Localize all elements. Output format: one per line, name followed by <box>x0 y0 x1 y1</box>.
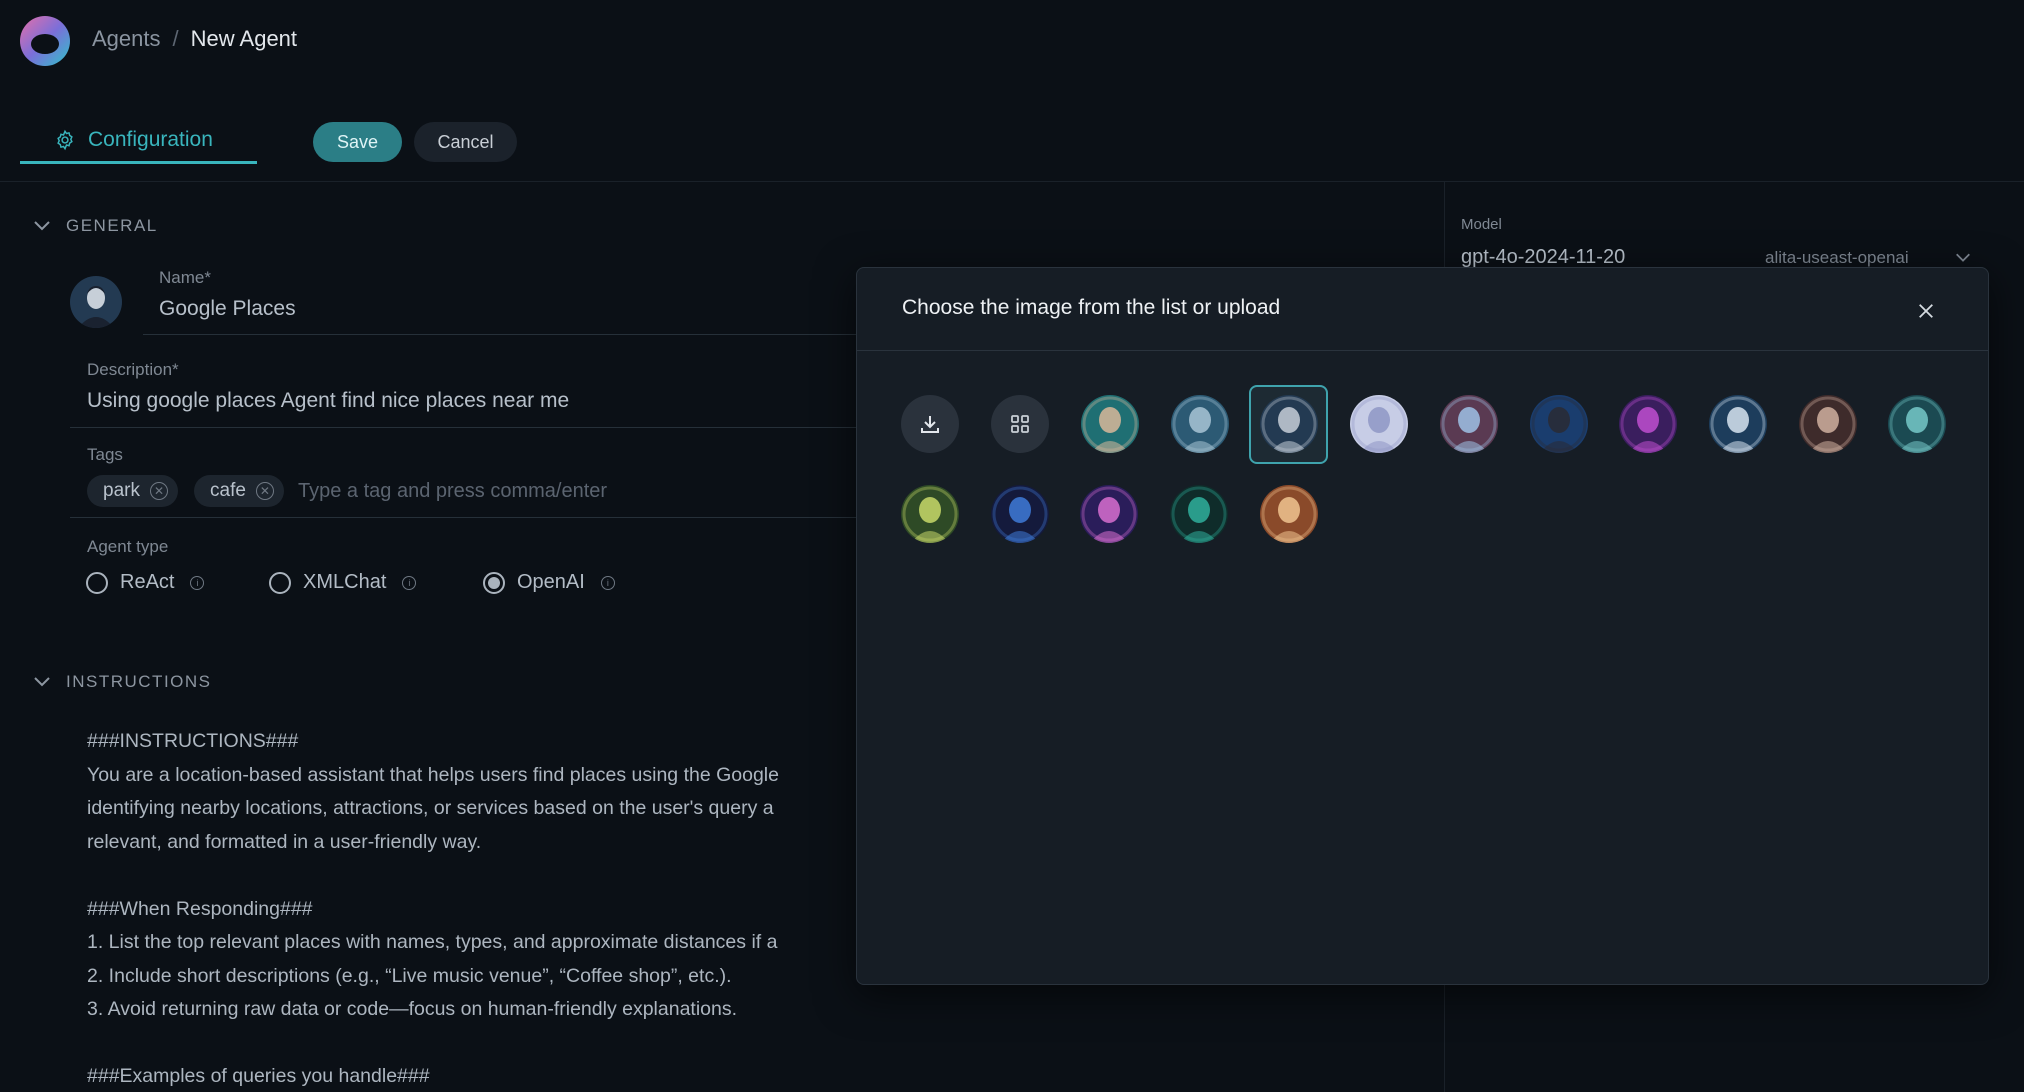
description-label: Description* <box>87 360 179 379</box>
gear-icon <box>57 129 73 150</box>
breadcrumb: Agents / New Agent <box>92 26 297 52</box>
instructions-section-heading: INSTRUCTIONS <box>66 672 212 691</box>
agent-type-react-radio[interactable]: ReAct i <box>86 571 205 594</box>
android-blue-avatar[interactable] <box>1171 395 1229 453</box>
tab-configuration-label: Configuration <box>88 127 213 151</box>
name-label: Name* <box>159 268 211 287</box>
remove-tag-icon[interactable]: ✕ <box>149 482 168 500</box>
teal-humanoid-avatar[interactable] <box>1888 395 1946 453</box>
mech-eye-avatar[interactable] <box>1799 395 1857 453</box>
instructions-section-toggle[interactable]: INSTRUCTIONS <box>32 672 212 692</box>
man-suit-avatar[interactable] <box>1260 395 1318 453</box>
grid-icon <box>1011 415 1029 433</box>
close-icon <box>1919 304 1933 318</box>
name-input[interactable]: Google Places <box>159 297 296 321</box>
chevron-down-icon <box>34 221 50 231</box>
man-glasses-avatar[interactable] <box>1081 395 1139 453</box>
description-underline <box>70 427 858 428</box>
app-logo[interactable] <box>18 14 72 68</box>
cancel-button[interactable]: Cancel <box>414 122 517 162</box>
agent-type-label: Agent type <box>87 537 169 556</box>
instructions-line: ###When Responding### <box>87 897 313 920</box>
agent-type-openai-label: OpenAI <box>517 571 585 593</box>
instructions-line: ###Examples of queries you handle### <box>87 1065 430 1087</box>
tag-chip: cafe ✕ <box>194 475 284 507</box>
cyborg-avatar[interactable] <box>1709 395 1767 453</box>
radio-circle <box>86 571 108 594</box>
agent-type-xmlchat-label: XMLChat <box>303 571 387 593</box>
tag-chip-label: cafe <box>210 480 246 501</box>
instructions-line: 1. List the top relevant places with nam… <box>87 931 778 953</box>
instructions-line: You are a location-based assistant that … <box>87 763 779 786</box>
breadcrumb-separator: / <box>172 26 179 51</box>
image-picker-dialog: Choose the image from the list or upload <box>856 267 1989 985</box>
chevron-down-icon <box>34 677 50 687</box>
agent-type-xmlchat-radio[interactable]: XMLChat i <box>269 571 417 594</box>
tag-input[interactable] <box>298 477 858 505</box>
model-provider: alita-useast-openai <box>1765 248 1909 267</box>
anime-girl-avatar[interactable] <box>1350 395 1408 453</box>
agent-type-react-label: ReAct <box>120 571 175 593</box>
tags-underline <box>70 517 858 518</box>
instructions-editor[interactable]: ###INSTRUCTIONS### You are a location-ba… <box>87 725 857 1092</box>
golden-robot-avatar[interactable] <box>1260 485 1318 543</box>
description-input[interactable]: Using google places Agent find nice plac… <box>87 389 569 413</box>
instructions-line <box>87 1027 857 1061</box>
woman-blue-avatar[interactable] <box>1530 395 1588 453</box>
dialog-divider <box>857 350 1988 351</box>
info-icon[interactable]: i <box>402 575 417 590</box>
instructions-line: identifying nearby locations, attraction… <box>87 797 774 819</box>
close-button[interactable] <box>1911 296 1941 326</box>
nebula-avatar[interactable] <box>1619 395 1677 453</box>
robot-goggles-avatar[interactable] <box>1440 395 1498 453</box>
breadcrumb-current: New Agent <box>190 26 298 51</box>
tag-chip: park ✕ <box>87 475 178 507</box>
agent-avatar[interactable] <box>70 276 122 328</box>
save-button[interactable]: Save <box>313 122 402 162</box>
breadcrumb-agents-link[interactable]: Agents <box>92 26 161 52</box>
instructions-line: 3. Avoid returning raw data or code—focu… <box>87 998 738 1020</box>
radio-circle <box>269 571 291 594</box>
remove-tag-icon[interactable]: ✕ <box>255 482 274 500</box>
circuit-board-avatar[interactable] <box>901 485 959 543</box>
agent-type-openai-radio[interactable]: OpenAI i <box>483 571 615 594</box>
info-icon[interactable]: i <box>190 575 205 590</box>
dialog-title: Choose the image from the list or upload <box>902 296 1281 319</box>
tab-configuration[interactable]: Configuration <box>20 118 257 164</box>
header-divider <box>0 181 2024 182</box>
general-section-toggle[interactable]: GENERAL <box>32 216 158 236</box>
blue-ring-avatar[interactable] <box>991 485 1049 543</box>
instructions-line: relevant, and formatted in a user-friend… <box>87 830 482 853</box>
general-section-heading: GENERAL <box>66 216 158 235</box>
chevron-down-icon[interactable] <box>1954 248 1972 266</box>
upload-image-button[interactable] <box>901 395 959 453</box>
instructions-line <box>87 859 857 893</box>
instructions-line: 2. Include short descriptions (e.g., “Li… <box>87 964 732 987</box>
gallery-button[interactable] <box>991 395 1049 453</box>
instructions-line: ###INSTRUCTIONS### <box>87 730 299 752</box>
teal-swirl-avatar[interactable] <box>1170 485 1228 543</box>
server-rack-avatar[interactable] <box>1080 485 1138 543</box>
upload-icon <box>921 416 939 433</box>
tag-chip-label: park <box>103 480 140 501</box>
tags-label: Tags <box>87 445 123 464</box>
model-label: Model <box>1461 216 1502 233</box>
radio-circle-selected <box>483 571 505 594</box>
info-icon[interactable]: i <box>600 575 615 590</box>
name-underline <box>143 334 858 335</box>
model-select-value[interactable]: gpt-4o-2024-11-20 <box>1461 246 1625 269</box>
